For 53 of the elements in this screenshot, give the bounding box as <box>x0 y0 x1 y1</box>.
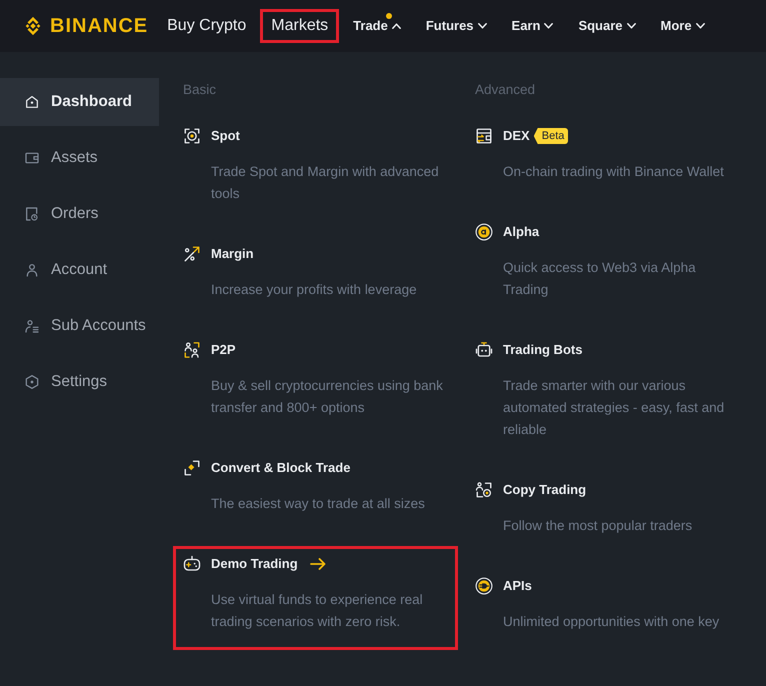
status-tag: Beta <box>534 128 568 144</box>
menu-link[interactable]: P2P <box>211 340 236 360</box>
menu-link[interactable]: APIs <box>503 576 532 596</box>
wallet-icon <box>24 150 40 166</box>
robot-icon <box>475 341 493 359</box>
menu-item-description: Trade Spot and Margin with advanced tools <box>211 163 440 203</box>
sidebar-item[interactable]: Account <box>0 246 159 294</box>
menu-item-description: Trade smarter with our various automated strategies - easy, fast and reliable <box>503 377 726 439</box>
menu-item-description: Follow the most popular traders <box>503 517 694 535</box>
wallet-arrows-icon <box>475 127 493 145</box>
sidebar-item[interactable]: Settings <box>0 358 159 406</box>
diamond-bracket-icon <box>183 459 201 477</box>
nav-link[interactable]: Square <box>567 9 647 43</box>
brand-name[interactable]: BINANCE <box>50 16 148 36</box>
menu-link[interactable]: Demo Trading <box>211 554 298 574</box>
nav-link[interactable]: Trade <box>342 9 412 43</box>
nav-link[interactable]: Futures <box>414 9 498 43</box>
document-clock-icon <box>24 206 40 222</box>
sidebar-item[interactable]: Orders <box>0 190 159 238</box>
menu-link[interactable]: Margin <box>211 244 254 264</box>
menu-link[interactable]: Spot <box>211 126 240 146</box>
menu-link[interactable]: Alpha <box>503 222 540 242</box>
settings-icon <box>24 374 40 390</box>
menu-item-description: Use virtual funds to experience real trading scenarios with zero risk. <box>211 591 424 631</box>
menu-link[interactable]: Trading Bots <box>503 340 582 360</box>
menu-item-description: Buy & sell cryptocurrencies using bank transfer and 800+ options <box>211 377 444 417</box>
menu-item-description: Unlimited opportunities with one key <box>503 613 720 631</box>
sidebar-item[interactable]: Sub Accounts <box>0 302 159 350</box>
menu-item-description: Quick access to Web3 via Alpha Trading <box>503 259 697 299</box>
nav-link[interactable]: More <box>650 9 716 43</box>
person-icon <box>24 262 40 278</box>
sidebar-item[interactable]: Assets <box>0 134 159 182</box>
nav-link[interactable]: Markets <box>260 9 340 43</box>
target-icon <box>183 127 201 145</box>
plug-icon <box>475 577 493 595</box>
gamepad-icon <box>183 555 201 573</box>
menu-link[interactable]: Convert & Block Trade <box>211 458 350 478</box>
coin-icon <box>475 223 493 241</box>
person-list-icon <box>24 318 40 334</box>
menu-item-description: Increase your profits with leverage <box>211 281 418 299</box>
person-target-icon <box>475 481 493 499</box>
section-heading: Advanced <box>475 81 536 99</box>
menu-item-description: The easiest way to trade at all sizes <box>211 495 426 513</box>
nav-link[interactable]: Earn <box>500 9 564 43</box>
menu-link[interactable]: DEX <box>503 126 530 146</box>
menu-item-description: On-chain trading with Binance Wallet <box>503 163 725 181</box>
percent-arrow-icon <box>183 245 201 263</box>
sidebar-item[interactable]: Dashboard <box>0 78 159 126</box>
section-heading: Basic <box>183 81 216 99</box>
nav-link[interactable]: Buy Crypto <box>156 9 258 43</box>
two-people-icon <box>183 341 201 359</box>
home-icon <box>24 94 40 110</box>
menu-link[interactable]: Copy Trading <box>503 480 586 500</box>
